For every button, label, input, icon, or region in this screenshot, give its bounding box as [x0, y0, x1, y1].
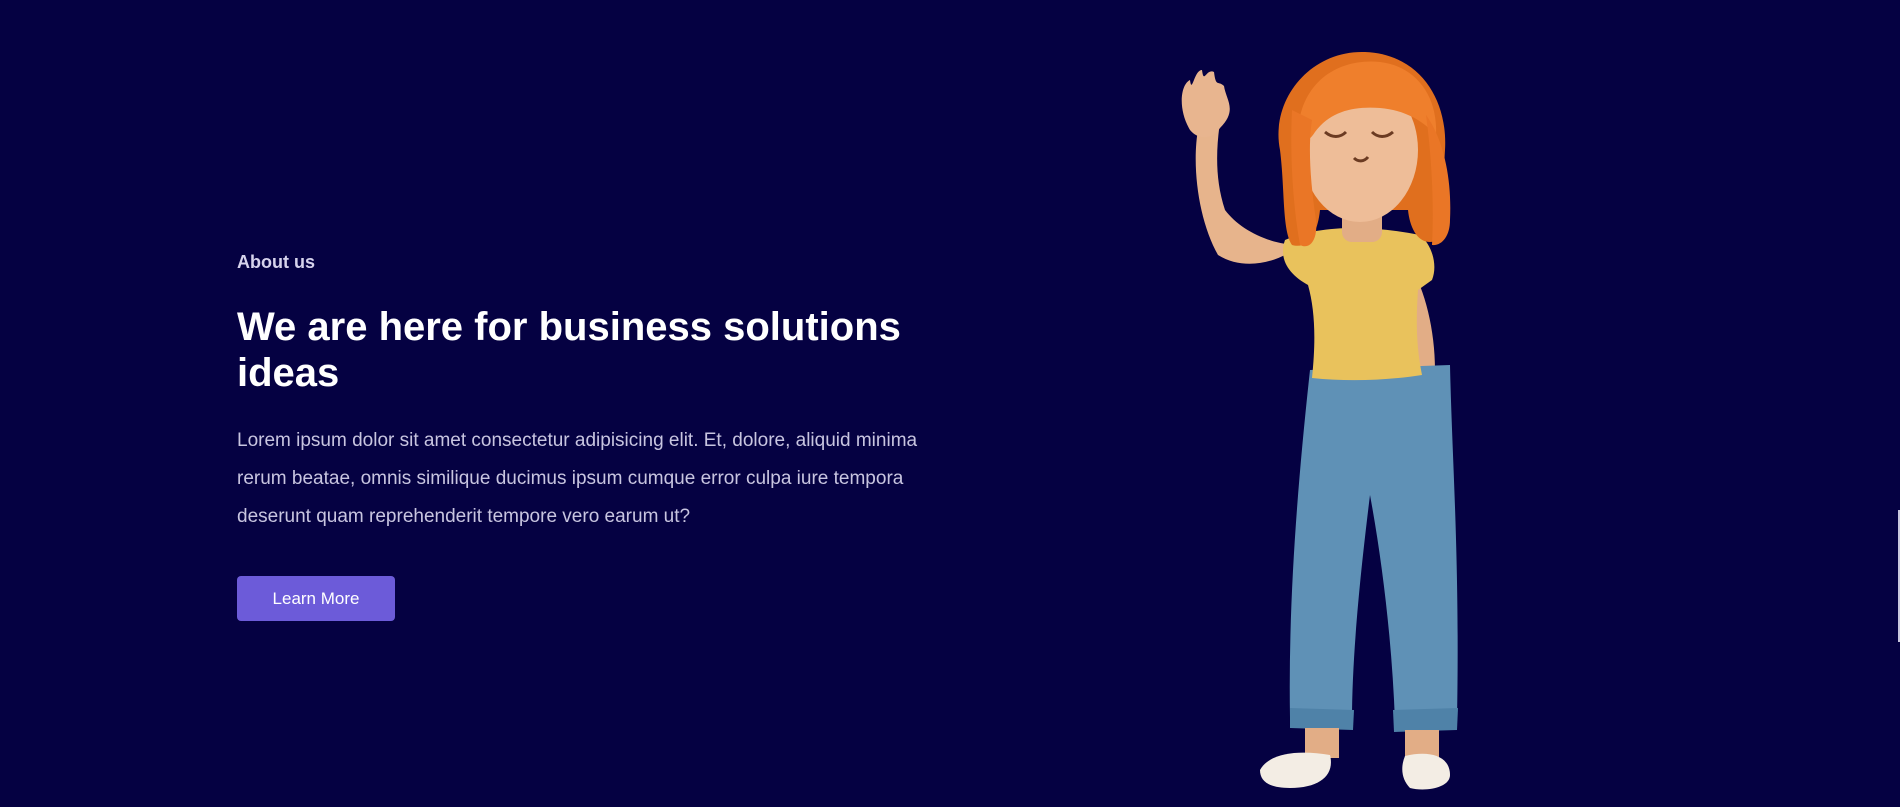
waving-hand [1181, 70, 1230, 138]
left-shoe [1260, 752, 1331, 788]
shirt [1282, 228, 1435, 381]
about-section: About us We are here for business soluti… [0, 0, 1900, 807]
about-content: About us We are here for business soluti… [237, 248, 957, 621]
pants-cuff-right [1393, 708, 1458, 732]
right-shoe [1402, 753, 1450, 790]
waving-girl-illustration [1181, 51, 1458, 790]
pants [1289, 365, 1458, 722]
section-eyebrow: About us [237, 252, 315, 272]
learn-more-button[interactable]: Learn More [237, 576, 395, 621]
section-description: Lorem ipsum dolor sit amet consectetur a… [237, 430, 918, 527]
section-title: We are here for business solutions ideas [237, 305, 901, 395]
pants-cuff-left [1290, 708, 1354, 730]
